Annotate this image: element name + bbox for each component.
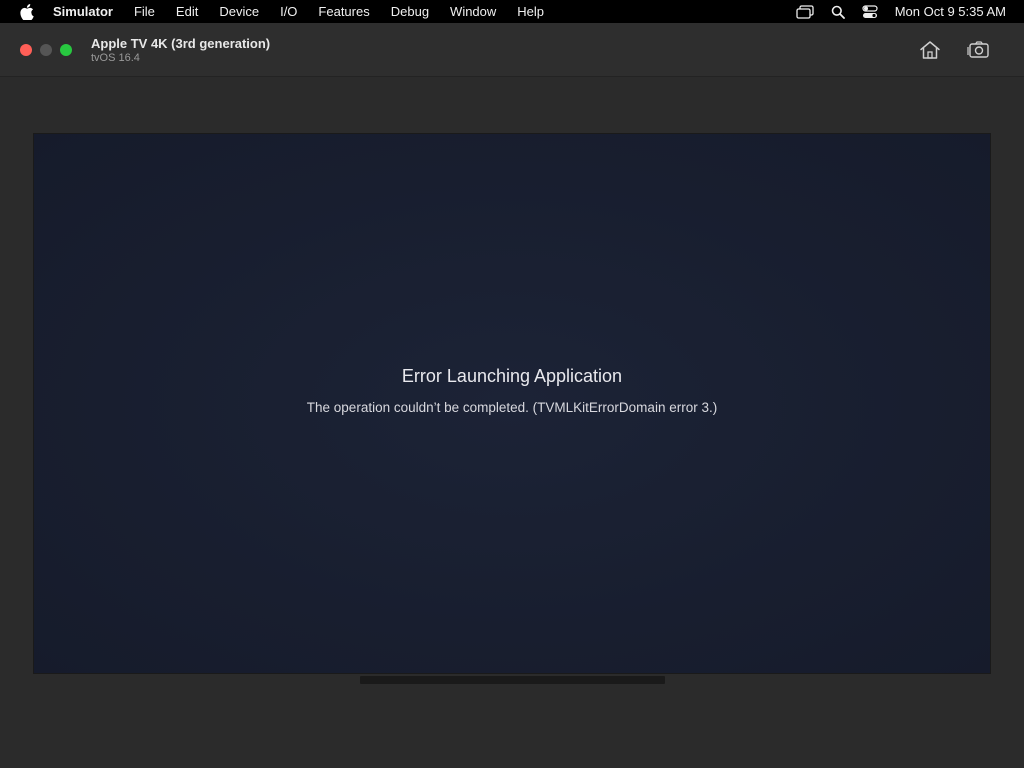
menu-bar-clock[interactable]: Mon Oct 9 5:35 AM [895,4,1006,19]
apple-logo-icon[interactable] [20,3,34,20]
window-close-button[interactable] [20,44,32,56]
menu-bar-status-area: Mon Oct 9 5:35 AM [779,0,1006,23]
menu-device[interactable]: Device [219,4,259,19]
menu-debug[interactable]: Debug [391,4,429,19]
menu-bar: Simulator File Edit Device I/O Features … [0,0,1024,23]
menu-edit[interactable]: Edit [176,4,198,19]
window-title: Apple TV 4K (3rd generation) [91,36,271,51]
window-titlebar: Apple TV 4K (3rd generation) tvOS 16.4 [0,23,1024,77]
home-button[interactable] [918,38,942,62]
screenshot-button[interactable] [966,38,990,62]
window-minimize-button[interactable] [40,44,52,56]
window-subtitle: tvOS 16.4 [91,52,140,64]
error-title: Error Launching Application [401,366,623,386]
home-icon [920,41,940,59]
device-bezel-bottom [360,676,665,684]
device-screen[interactable]: Error Launching Application The operatio… [33,133,991,674]
control-center-icon[interactable] [862,4,878,19]
window-zoom-button[interactable] [60,44,72,56]
menu-file[interactable]: File [134,4,155,19]
search-icon[interactable] [831,5,845,19]
menu-io[interactable]: I/O [280,4,297,19]
camera-icon [967,41,989,58]
menu-features[interactable]: Features [318,4,369,19]
error-message: The operation couldn’t be completed. (TV… [306,400,718,415]
menu-window[interactable]: Window [450,4,496,19]
screen-mirroring-icon[interactable] [796,4,814,19]
menu-help[interactable]: Help [517,4,544,19]
menu-app-name[interactable]: Simulator [53,4,113,19]
